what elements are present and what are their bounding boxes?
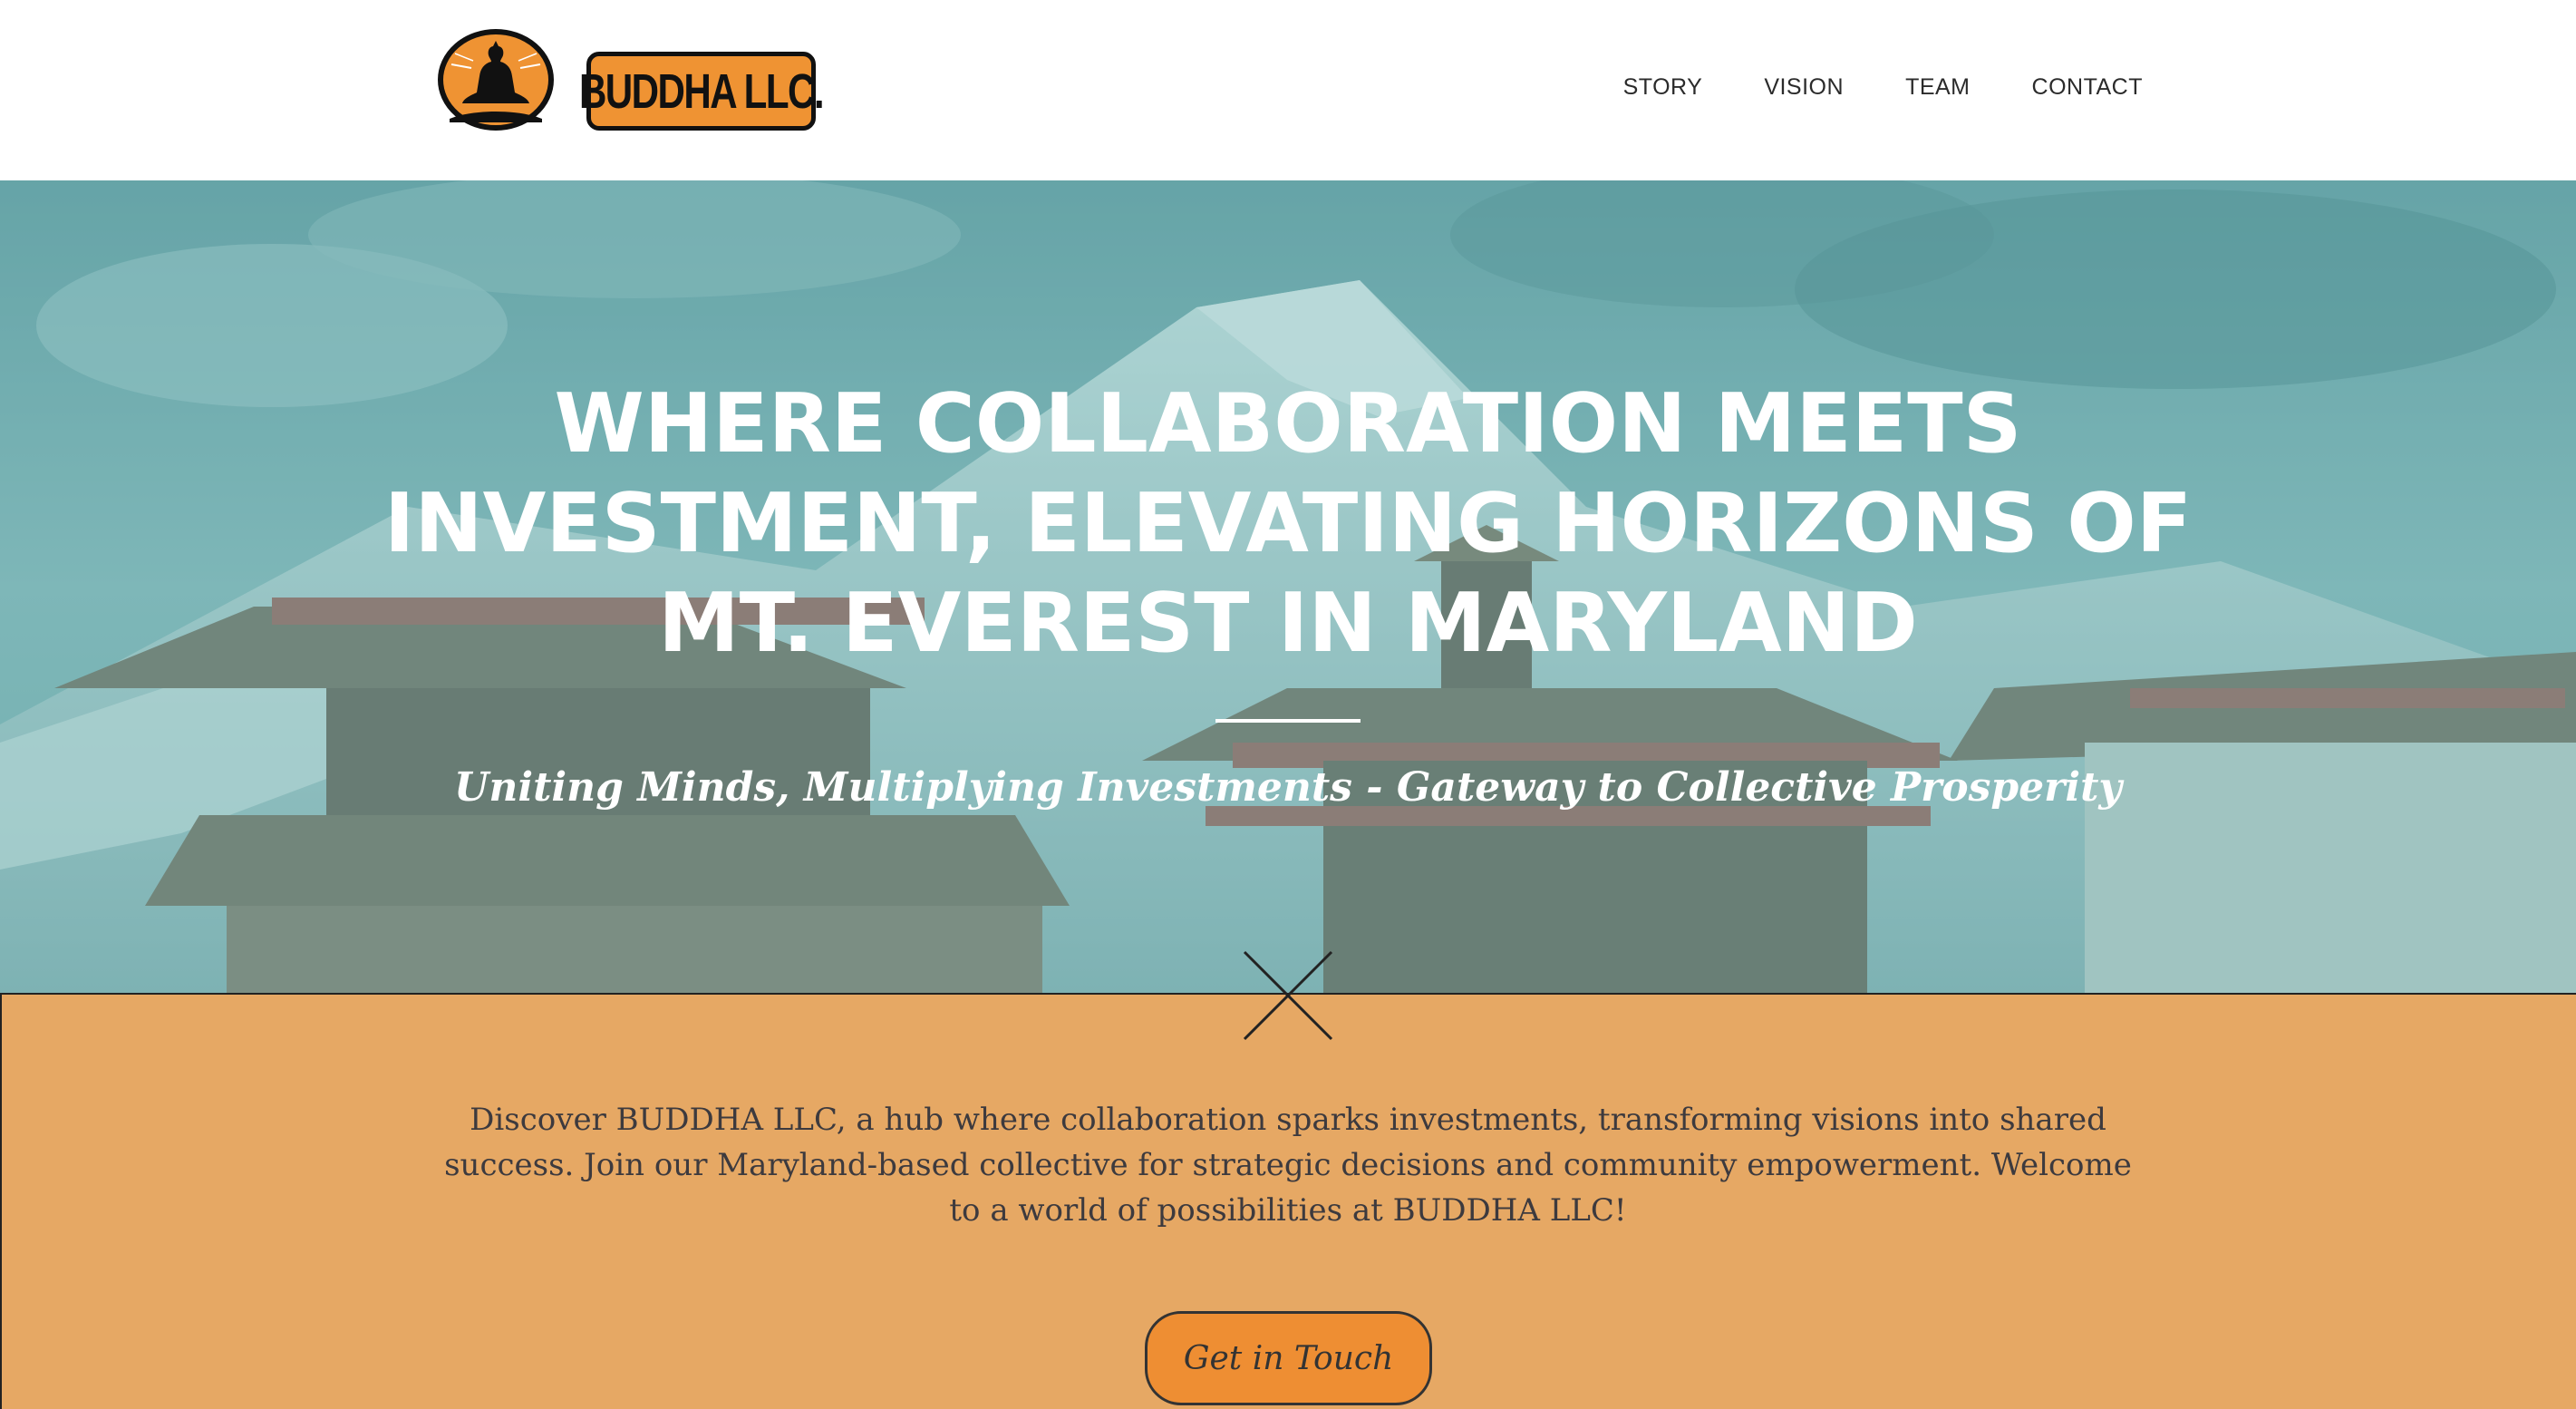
hero-title: WHERE COLLABORATION MEETS INVESTMENT, EL… bbox=[383, 376, 2193, 671]
buddha-logo-icon[interactable] bbox=[437, 28, 555, 131]
brand-wordmark-text: BUDDHA LLC. bbox=[578, 63, 825, 119]
nav-item-story[interactable]: STORY bbox=[1623, 74, 1703, 101]
main-nav: STORY VISION TEAM CONTACT bbox=[1623, 74, 2143, 101]
about-text: Discover BUDDHA LLC, a hub where collabo… bbox=[444, 1102, 2132, 1229]
hero-subtitle: Uniting Minds, Multiplying Investments -… bbox=[454, 764, 2122, 811]
close-icon[interactable] bbox=[1243, 950, 1333, 1041]
nav-item-contact[interactable]: CONTACT bbox=[2032, 74, 2143, 101]
hero-section: WHERE COLLABORATION MEETS INVESTMENT, EL… bbox=[0, 180, 2576, 994]
page: BUDDHA LLC. STORY VISION TEAM CONTACT WH… bbox=[0, 0, 2576, 1409]
site-header: BUDDHA LLC. STORY VISION TEAM CONTACT bbox=[0, 0, 2576, 180]
brand-wordmark[interactable]: BUDDHA LLC. bbox=[579, 52, 825, 131]
hero-divider bbox=[1215, 719, 1361, 723]
get-in-touch-button[interactable]: Get in Touch bbox=[1145, 1311, 1432, 1405]
nav-item-vision[interactable]: VISION bbox=[1764, 74, 1844, 101]
nav-item-team[interactable]: TEAM bbox=[1905, 74, 1970, 101]
